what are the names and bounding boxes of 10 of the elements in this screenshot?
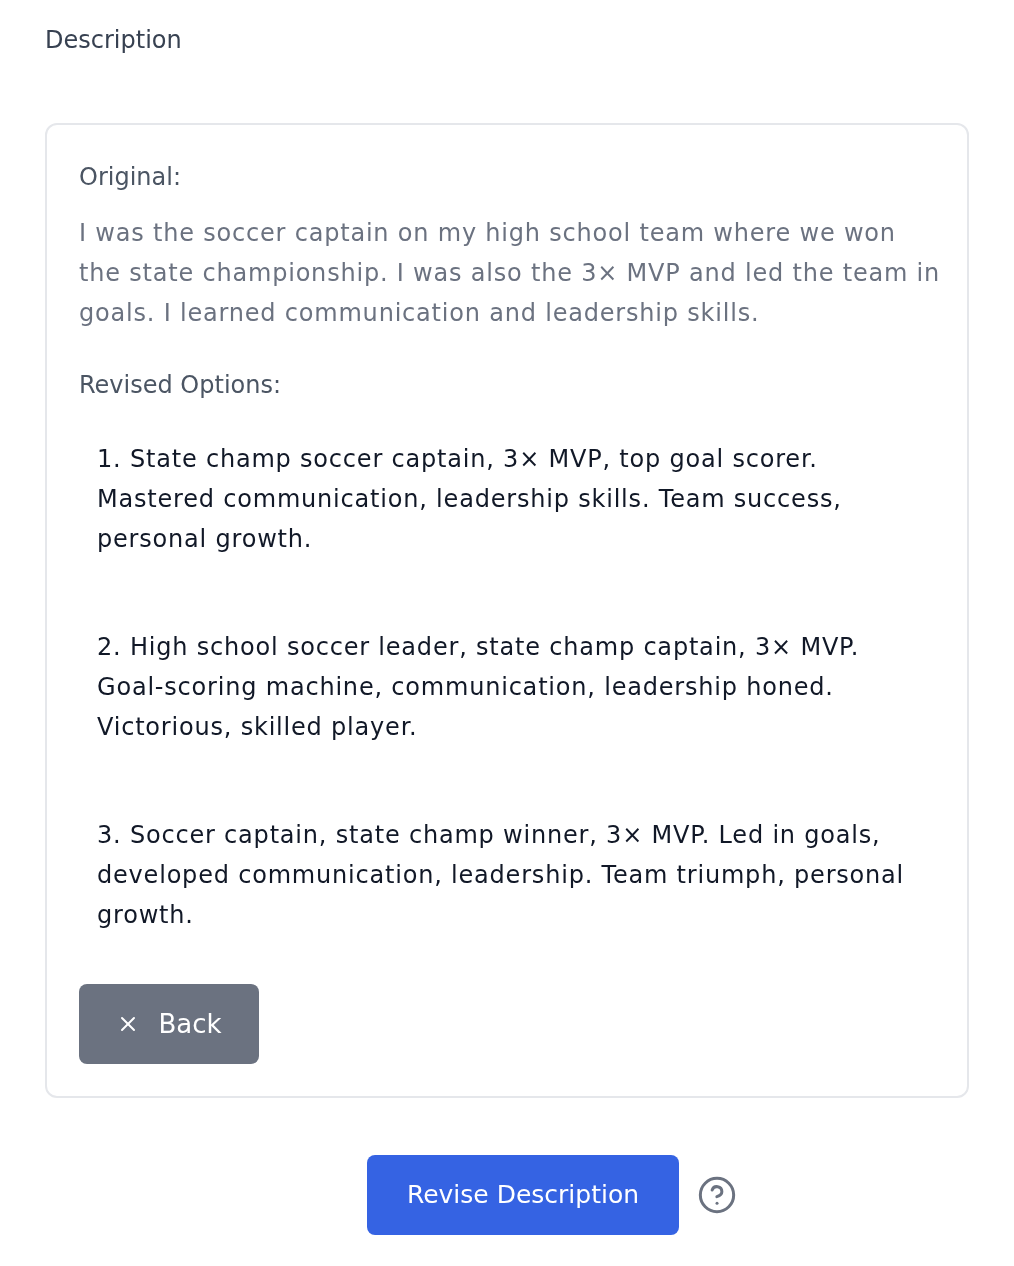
back-button[interactable]: Back [79, 984, 259, 1064]
revised-option-text: 2. High school soccer leader, state champ captain, 3× MVP. Goal-scoring machine, communication, leadership honed. Victorious, skilled player. [97, 632, 861, 743]
revised-option-text: 1. State champ soccer captain, 3× MVP, top goal scorer. Mastered communication, leadership skills. Team success, personal growth. [97, 444, 843, 555]
revised-option-text: 3. Soccer captain, state champ winner, 3× MVP. Led in goals, developed communication, leadership. Team triumph, personal growth. [97, 820, 906, 931]
section-label: Description [45, 25, 182, 56]
original-label: Original: [79, 162, 181, 193]
revised-options-label: Revised Options: [79, 370, 282, 401]
original-text: I was the soccer captain on my high school team where we won the state championship. I was also the 3× MVP and led the team in goals. I learned communication and leadership skills. [79, 218, 942, 329]
revise-description-button[interactable]: Revise Description [367, 1155, 679, 1235]
help-icon[interactable] [697, 1175, 737, 1215]
